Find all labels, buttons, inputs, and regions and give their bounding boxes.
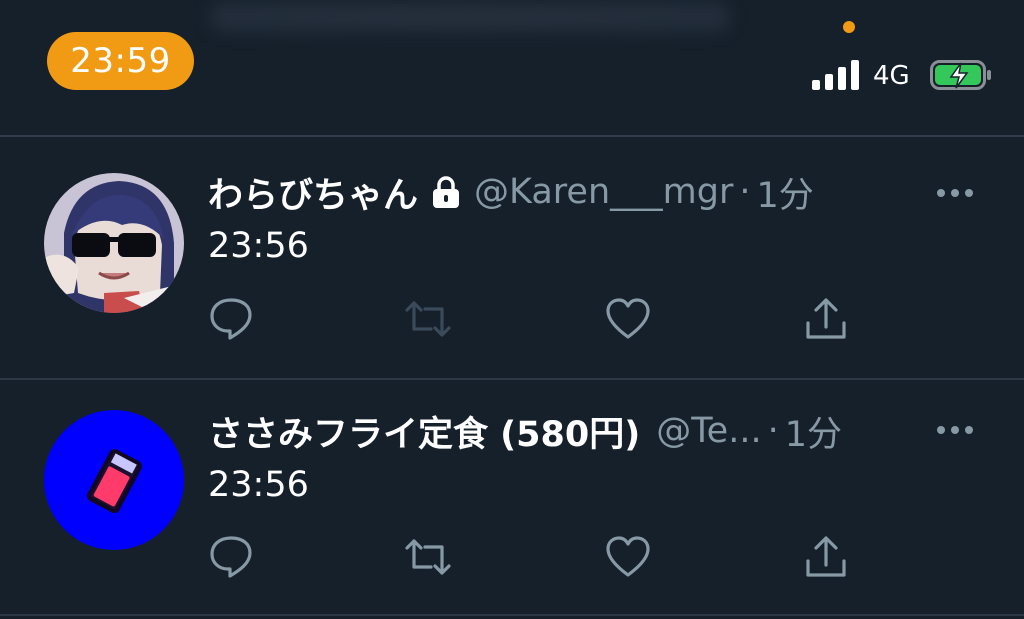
like-heart-icon[interactable] bbox=[605, 535, 651, 579]
network-type-label: 4G bbox=[873, 61, 910, 91]
tweet-item[interactable]: わらびちゃん @Karen___mgr · 1分 23:56 bbox=[0, 137, 1024, 379]
display-name[interactable]: わらびちゃん bbox=[208, 167, 418, 218]
lock-icon bbox=[430, 175, 462, 209]
user-handle[interactable]: @Te... bbox=[656, 411, 761, 451]
user-handle[interactable]: @Karen___mgr bbox=[474, 172, 733, 212]
blue-circle-red-eraser-avatar[interactable] bbox=[44, 410, 184, 550]
like-heart-icon[interactable] bbox=[605, 297, 651, 341]
retweet-icon-disabled bbox=[405, 297, 451, 341]
tweet-header: ささみフライ定食 (580円) @Te... · 1分 bbox=[208, 406, 842, 456]
separator-dot: · bbox=[739, 172, 751, 212]
status-time-pill[interactable]: 23:59 bbox=[47, 32, 194, 90]
retweet-icon[interactable] bbox=[405, 535, 451, 579]
status-bar: 23:59 4G bbox=[0, 0, 1024, 135]
tweet-divider bbox=[0, 614, 1024, 616]
share-icon[interactable] bbox=[803, 297, 849, 341]
more-options-icon[interactable] bbox=[935, 183, 975, 203]
privacy-indicator-dot bbox=[843, 21, 855, 33]
separator-dot: · bbox=[767, 411, 779, 451]
tweet-timestamp[interactable]: 1分 bbox=[756, 167, 813, 218]
share-icon[interactable] bbox=[803, 535, 849, 579]
tweet-item[interactable]: ささみフライ定食 (580円) @Te... · 1分 23:56 bbox=[0, 380, 1024, 619]
tweet-text: 23:56 bbox=[208, 226, 309, 266]
more-options-icon[interactable] bbox=[935, 420, 975, 440]
display-name[interactable]: ささみフライ定食 (580円) bbox=[208, 406, 640, 457]
battery-charging-icon bbox=[930, 59, 992, 91]
tweet-header: わらびちゃん @Karen___mgr · 1分 bbox=[208, 167, 814, 217]
tweet-timestamp[interactable]: 1分 bbox=[785, 406, 842, 457]
signal-bars-icon bbox=[812, 60, 860, 90]
tweet-text: 23:56 bbox=[208, 465, 309, 505]
reply-icon[interactable] bbox=[208, 297, 254, 341]
reply-icon[interactable] bbox=[208, 535, 254, 579]
anime-girl-sunglasses-avatar[interactable] bbox=[44, 173, 184, 313]
